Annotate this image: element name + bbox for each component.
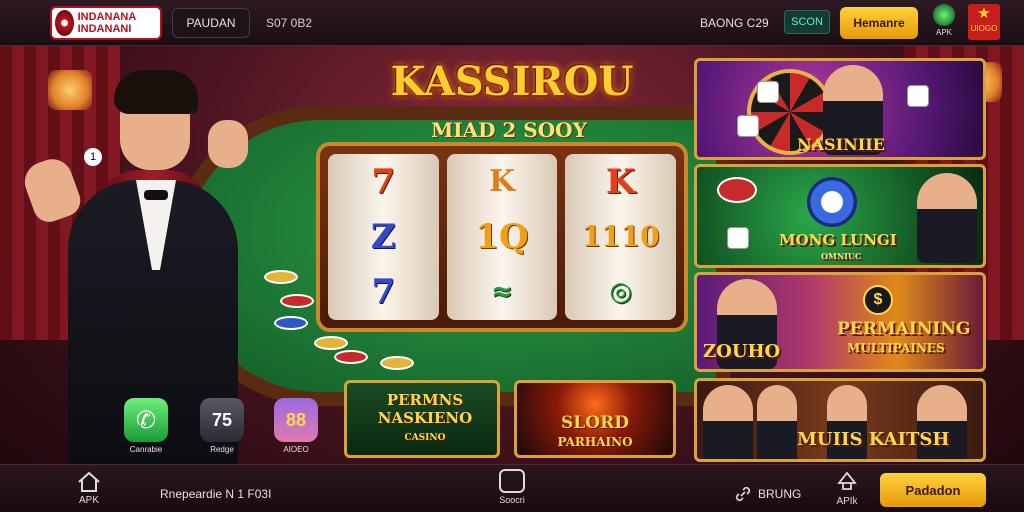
bottom-info-text: Rnepeardie N 1 F03I [160, 487, 272, 501]
bottom-action-button[interactable]: Padadon [880, 473, 986, 507]
reel-symbol: 1110 [581, 219, 660, 253]
promo-sublabel: OMNIUC [821, 251, 862, 261]
balance-text: BAONG C29 [700, 16, 769, 30]
top-pill-button[interactable]: PAUDAN [172, 8, 250, 38]
promo-person [917, 385, 967, 459]
home-label: APK [78, 495, 99, 506]
chip-gold [314, 336, 348, 350]
promo-sublabel: MULTIPAINES [847, 341, 945, 355]
app-icon: 88 [274, 398, 318, 442]
game-subtitle: MIAD 2 SOOY [431, 118, 587, 142]
bow-tie-icon [144, 190, 168, 200]
reel-3: K 1110 ◎ [565, 154, 677, 320]
link-label: BRUNG [758, 487, 802, 501]
apk-download-top[interactable]: APK [930, 4, 958, 37]
dice-icon [757, 81, 779, 103]
card-sublabel: CASINO [404, 433, 446, 443]
chip-icon [717, 177, 757, 203]
apk-download-bottom[interactable]: APIk [832, 469, 862, 507]
promo-person [757, 385, 797, 459]
star-icon: ★ [977, 5, 991, 22]
host-hair [114, 70, 198, 114]
slot-machine[interactable]: 7 Z 7 K 1Q ≈ K 1110 ◎ [316, 142, 688, 332]
reel-symbol: ≈ [491, 277, 513, 308]
promo-label: PERMAINING [837, 319, 971, 339]
host-waving-hand [19, 153, 85, 227]
app-icon: 75 [200, 398, 244, 442]
logo-text: INDANANA INDANANI [77, 11, 136, 35]
apk-label: APIk [836, 496, 858, 507]
app-label: Redge [210, 445, 234, 454]
top-bar: INDANANA INDANANI PAUDAN S07 0B2 BAONG C… [0, 0, 1024, 46]
app-label: AIOEO [283, 445, 309, 454]
phone-icon: ✆ [124, 398, 168, 442]
reel-symbol: 1Q [475, 216, 529, 257]
android-icon [837, 471, 857, 490]
brand-logo[interactable]: INDANANA INDANANI [50, 6, 162, 40]
hint-badge[interactable]: 1 [84, 148, 102, 166]
card-permns[interactable]: PERMNS NASKIENO CASINO [344, 380, 500, 458]
dice-icon [727, 227, 749, 249]
reel-symbol: 7 [371, 272, 396, 313]
host-raised-hand [208, 120, 248, 168]
top-code-text: S07 0B2 [266, 16, 313, 30]
chip-red [280, 294, 314, 308]
chip-blue [274, 316, 308, 330]
reel-2: K 1Q ≈ [446, 154, 558, 320]
top-action-button[interactable]: Hemanre [840, 7, 918, 39]
dollar-icon: $ [863, 285, 893, 315]
dice-icon [737, 115, 759, 137]
dice-icon [907, 85, 929, 107]
card-slord[interactable]: SLORD PARHAINO [514, 380, 676, 458]
chip-gold [380, 356, 414, 370]
promo-label: MUIIS KAITSH [797, 429, 950, 450]
flag-label: UIOGO [970, 24, 998, 33]
reel-symbol: ◎ [609, 277, 633, 308]
promo-card-roulette[interactable]: NASINIIE [694, 58, 986, 160]
mascot-icon [807, 177, 857, 227]
promo-card-muiis[interactable]: MUIIS KAITSH [694, 378, 986, 462]
bottom-bar: APK Rnepeardie N 1 F03I Soocri BRUNG API… [0, 464, 1024, 512]
logo-badge-icon [55, 10, 74, 36]
app-redge[interactable]: 75 Redge [198, 398, 246, 454]
promo-side-label: ZOUHO [703, 341, 781, 362]
chip-gold [264, 270, 298, 284]
card-label: SLORD [561, 413, 629, 433]
reel-symbol: 7 [371, 161, 396, 202]
home-icon [78, 471, 100, 492]
center-label: Soocri [499, 495, 525, 505]
promo-person [703, 385, 753, 459]
app-phone[interactable]: ✆ Canrabie [122, 398, 170, 454]
reel-1: 7 Z 7 [328, 154, 439, 320]
app-aioeo[interactable]: 88 AIOEO [272, 398, 320, 454]
promo-card-permaining[interactable]: ZOUHO $ PERMAINING MULTIPAINES [694, 272, 986, 372]
language-flag[interactable]: ★ UIOGO [968, 4, 1000, 40]
balance-box[interactable]: SCON [784, 10, 830, 34]
bottom-link[interactable]: BRUNG [734, 485, 801, 503]
reel-symbol: K [488, 163, 516, 199]
card-sublabel: PARHAINO [557, 435, 633, 449]
android-icon [933, 4, 955, 26]
reel-symbol: Z [370, 216, 396, 257]
promo-person [917, 173, 977, 263]
apk-top-label: APK [935, 28, 952, 37]
chip-red [334, 350, 368, 364]
center-nav-button[interactable]: Soocri [492, 469, 532, 505]
promo-label: NASINIIE [797, 135, 885, 154]
reel-symbol: K [605, 161, 636, 202]
link-icon [735, 486, 751, 502]
home-apk-button[interactable]: APK [74, 469, 104, 506]
chat-icon [499, 469, 525, 493]
app-label: Canrabie [129, 445, 163, 454]
card-label: PERMNS NASKIENO [377, 391, 473, 427]
promo-card-mong[interactable]: MONG LUNGI OMNIUC [694, 164, 986, 268]
game-title: KASSIROU [390, 58, 634, 105]
promo-person [827, 385, 867, 459]
promo-label: MONG LUNGI [779, 231, 897, 249]
